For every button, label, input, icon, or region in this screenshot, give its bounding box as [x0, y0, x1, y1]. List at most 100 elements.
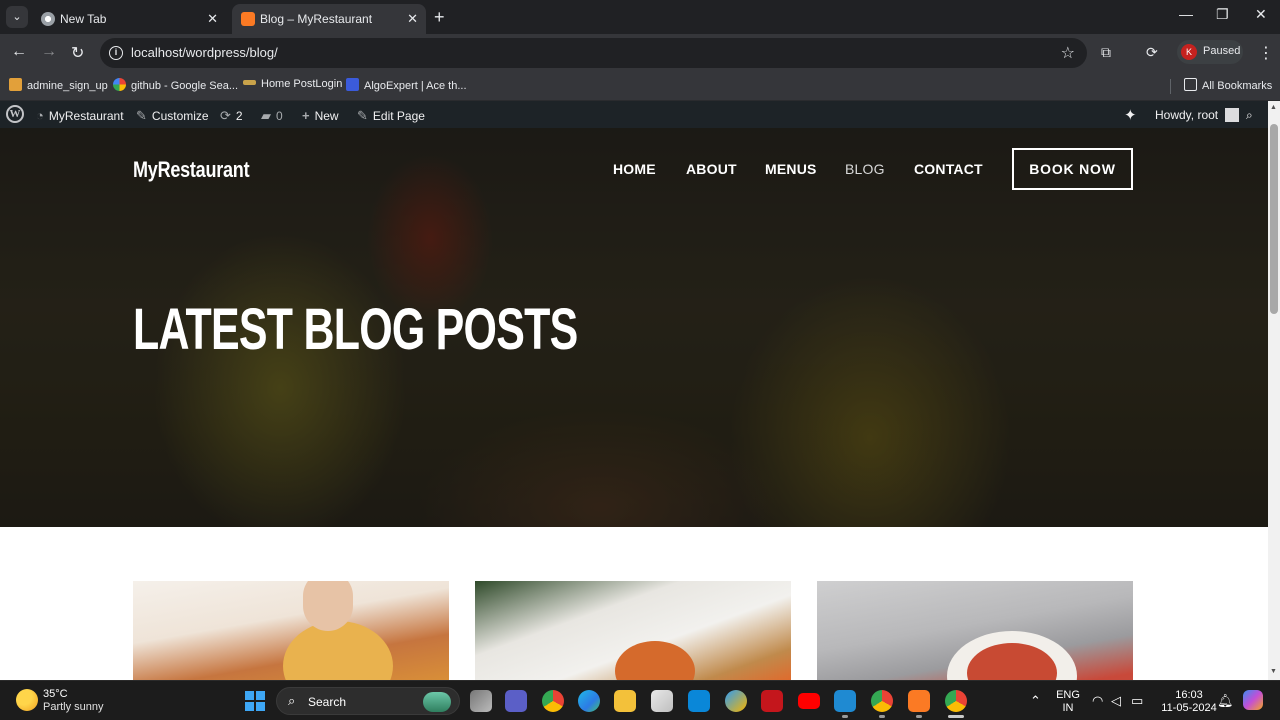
search-icon: ⌕: [288, 693, 296, 708]
profile-button[interactable]: K Paused: [1177, 40, 1243, 64]
tab-blog[interactable]: Blog – MyRestaurant ✕: [232, 4, 426, 34]
nav-menus[interactable]: MENUS: [765, 161, 817, 177]
pencil-icon: ✎: [357, 108, 368, 123]
wp-admin-bar: W ◔ MyRestaurant ✎ Customize ⟳ 2 ▰ 0 + New ✎ E…: [0, 101, 1268, 128]
windows-taskbar: 35°C Partly sunny ⌕ Search ⌃ ENG IN ◠ ◁ …: [0, 680, 1280, 720]
mcafee-icon[interactable]: [761, 690, 783, 712]
teams-icon[interactable]: [505, 690, 527, 712]
nav-about[interactable]: ABOUT: [686, 161, 737, 177]
vscode-icon[interactable]: [834, 690, 856, 712]
extensions-icon[interactable]: ⧉: [1101, 44, 1111, 61]
chrome-profile-icon[interactable]: [945, 690, 967, 712]
nav-home[interactable]: HOME: [613, 161, 656, 177]
bookmark-item[interactable]: Home PostLogin: [243, 78, 342, 90]
copilot-icon[interactable]: [1243, 690, 1263, 710]
language-indicator[interactable]: ENG IN: [1056, 689, 1080, 715]
app-icon[interactable]: [725, 690, 747, 712]
hero-banner: MyRestaurant HOME ABOUT MENUS BLOG CONTA…: [0, 128, 1268, 527]
store-icon[interactable]: [651, 690, 673, 712]
wp-site-name[interactable]: ◔ MyRestaurant: [36, 108, 124, 123]
menu-dots-icon[interactable]: ⋮: [1258, 43, 1274, 63]
wp-comments[interactable]: ▰ 0: [261, 108, 283, 124]
youtube-icon[interactable]: [798, 693, 820, 709]
taskbar-search[interactable]: ⌕ Search: [276, 687, 460, 715]
battery-icon[interactable]: ▭: [1131, 693, 1143, 709]
chrome-icon[interactable]: [871, 690, 893, 712]
close-tab-icon[interactable]: ✕: [407, 11, 418, 27]
close-tab-icon[interactable]: ✕: [207, 11, 218, 27]
plus-icon: +: [302, 108, 310, 123]
page-viewport: MyRestaurant HOME ABOUT MENUS BLOG CONTA…: [0, 128, 1268, 680]
browser-tab-strip: ⌄ New Tab ✕ Blog – MyRestaurant ✕ + — ❐ …: [0, 0, 1280, 34]
bookmark-favicon-icon: [9, 78, 22, 91]
nav-blog[interactable]: BLOG: [845, 161, 885, 177]
tab-new-tab[interactable]: New Tab ✕: [32, 4, 226, 34]
updates-icon: ⟳: [220, 108, 231, 123]
wp-howdy[interactable]: Howdy, root: [1155, 108, 1240, 122]
wp-updates[interactable]: ⟳ 2: [220, 108, 243, 124]
weather-icon[interactable]: [16, 689, 38, 711]
window-close-icon[interactable]: ✕: [1255, 6, 1267, 23]
brush-icon: ✎: [136, 108, 147, 123]
site-logo[interactable]: MyRestaurant: [133, 157, 250, 183]
wordpress-logo-icon[interactable]: W: [6, 105, 24, 123]
dish-image: [615, 641, 695, 680]
forward-icon[interactable]: →: [41, 43, 57, 61]
chrome-icon[interactable]: [542, 690, 564, 712]
show-hidden-icons[interactable]: ⌃: [1030, 693, 1041, 709]
bookmark-item[interactable]: AlgoExpert | Ace th...: [346, 78, 467, 92]
new-tab-icon[interactable]: +: [434, 7, 445, 28]
reload-icon[interactable]: ↻: [71, 43, 84, 63]
blog-post-thumbnail[interactable]: [817, 581, 1133, 680]
clock[interactable]: 16:03 11-05-2024: [1157, 689, 1221, 715]
blog-post-thumbnail[interactable]: [475, 581, 791, 680]
user-avatar: [1225, 108, 1240, 122]
xampp-icon[interactable]: [908, 690, 930, 712]
google-icon: [113, 78, 126, 91]
dashboard-icon: ◔: [36, 108, 44, 123]
all-bookmarks[interactable]: All Bookmarks: [1184, 78, 1272, 92]
wp-new[interactable]: + New: [302, 108, 339, 123]
wp-customize[interactable]: ✎ Customize: [136, 108, 209, 124]
book-now-button[interactable]: BOOK NOW: [1012, 148, 1133, 190]
site-info-icon[interactable]: i: [109, 46, 123, 60]
xampp-favicon-icon: [241, 12, 255, 26]
bookmark-favicon-icon: [243, 80, 256, 85]
divider: [1170, 79, 1171, 94]
ai-sparkle-icon[interactable]: ✦: [1124, 106, 1137, 124]
running-indicator: [842, 715, 848, 718]
blog-post-thumbnail[interactable]: [133, 581, 449, 680]
restore-icon[interactable]: ❐: [1216, 6, 1229, 23]
bookmark-item[interactable]: admine_sign_up: [9, 78, 108, 92]
wp-search-icon[interactable]: ⌕: [1246, 108, 1253, 123]
edge-icon[interactable]: [578, 690, 600, 712]
notification-bell-icon[interactable]: 🔔︎: [1217, 693, 1234, 709]
folder-icon: [1184, 78, 1197, 91]
scrollbar-thumb[interactable]: [1270, 124, 1278, 314]
nav-contact[interactable]: CONTACT: [914, 161, 983, 177]
page-title: LATEST BLOG POSTS: [133, 297, 578, 362]
wp-edit-page[interactable]: ✎ Edit Page: [357, 108, 425, 124]
bookmark-star-icon[interactable]: ☆: [1061, 43, 1075, 63]
search-highlight-icon: [423, 692, 451, 712]
url-text[interactable]: localhost/wordpress/blog/: [131, 45, 278, 60]
address-bar[interactable]: i localhost/wordpress/blog/ ☆: [100, 38, 1087, 68]
weather-description[interactable]: Partly sunny: [43, 701, 104, 713]
windows-start-icon[interactable]: [245, 691, 265, 711]
media-icon[interactable]: ⟳: [1146, 44, 1158, 61]
scroll-down-icon[interactable]: ▼: [1270, 668, 1277, 675]
bookmarks-bar: admine_sign_up github - Google Sea... Ho…: [0, 72, 1280, 101]
wifi-icon[interactable]: ◠: [1092, 693, 1103, 709]
tab-search-icon[interactable]: ⌄: [6, 6, 28, 28]
task-view-icon[interactable]: [470, 690, 492, 712]
running-indicator: [916, 715, 922, 718]
weather-temperature[interactable]: 35°C: [43, 688, 68, 700]
page-scrollbar[interactable]: ▲ ▼: [1268, 101, 1280, 680]
bookmark-item[interactable]: github - Google Sea...: [113, 78, 238, 92]
minimize-icon[interactable]: —: [1179, 6, 1193, 22]
volume-icon[interactable]: ◁: [1111, 693, 1121, 709]
app-icon[interactable]: [688, 690, 710, 712]
scroll-up-icon[interactable]: ▲: [1270, 104, 1277, 111]
back-icon[interactable]: ←: [11, 43, 27, 61]
file-explorer-icon[interactable]: [614, 690, 636, 712]
